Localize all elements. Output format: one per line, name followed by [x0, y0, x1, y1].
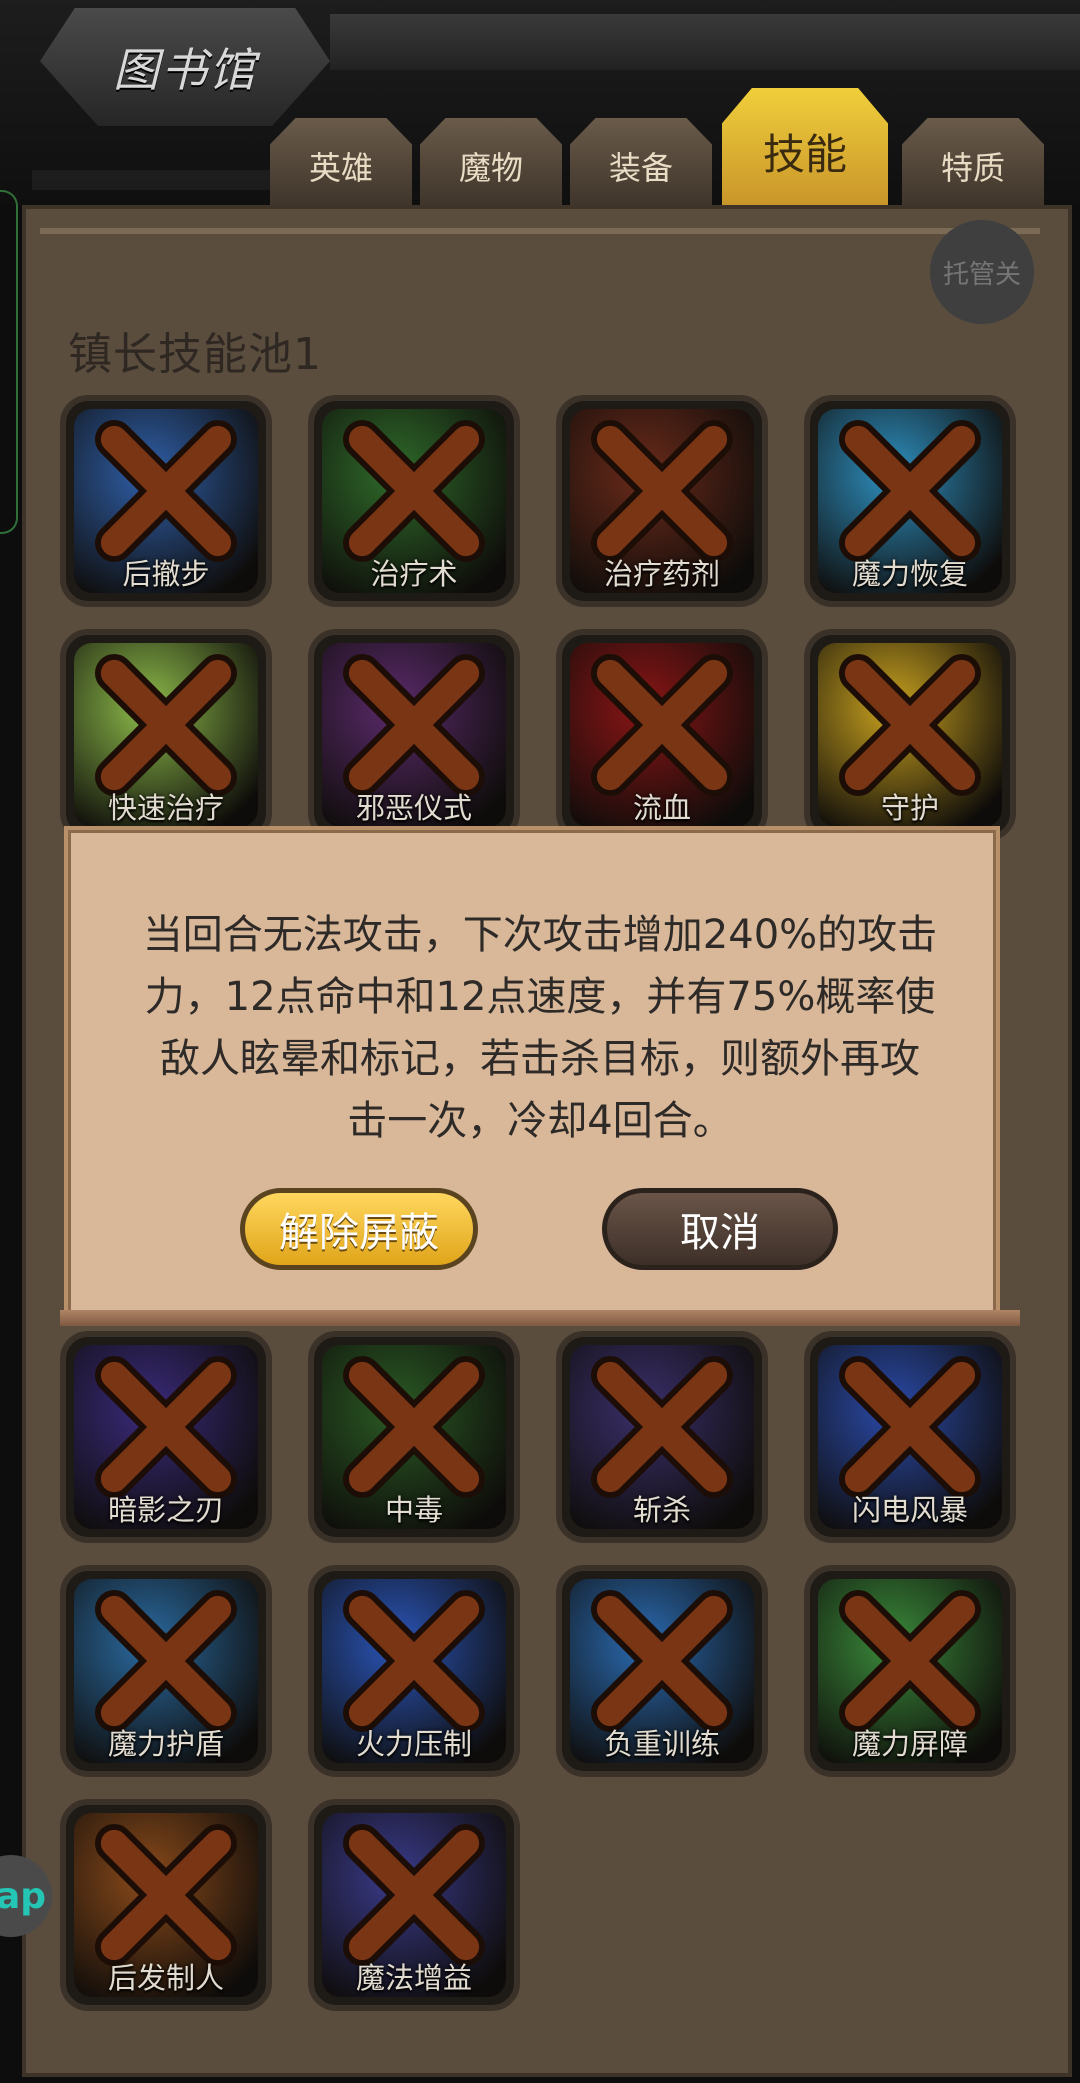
tab-skills[interactable]: 技能 [722, 88, 888, 206]
skill-label: 斩杀 [632, 1493, 691, 1527]
skill-tile[interactable]: 魔力屏障 [804, 1565, 1016, 1777]
blocked-x-icon [590, 1355, 734, 1499]
skill-label: 守护 [880, 791, 939, 825]
blocked-x-icon [342, 1823, 486, 1967]
skill-label: 魔力屏障 [851, 1727, 968, 1761]
skill-tile[interactable]: 后撤步 [60, 395, 272, 607]
side-drawer-handle[interactable] [0, 190, 18, 534]
blocked-x-icon [342, 1589, 486, 1733]
blocked-x-icon [838, 1355, 982, 1499]
description-line: 敌人眩晕和标记，若击杀目标，则额外再攻 [160, 1036, 920, 1082]
skill-label: 中毒 [384, 1493, 443, 1527]
skill-label: 治疗术 [370, 557, 458, 591]
cancel-button[interactable]: 取消 [602, 1188, 838, 1270]
blocked-x-icon [590, 419, 734, 563]
blocked-x-icon [838, 653, 982, 797]
skill-label: 魔力恢复 [851, 557, 968, 591]
description-line: 击一次，冷却4回合。 [347, 1098, 733, 1144]
section-title: 镇长技能池1 [68, 329, 322, 380]
skill-label: 魔法增益 [355, 1961, 472, 1995]
tiny-banner [32, 170, 272, 190]
top-strip [330, 14, 1080, 70]
blocked-x-icon [94, 1589, 238, 1733]
skill-label: 后发制人 [107, 1961, 224, 1995]
skill-tile[interactable]: 治疗药剂 [556, 395, 768, 607]
skill-tile[interactable]: 暗影之刃 [60, 1331, 272, 1543]
category-tabs: 英雄 魔物 装备 技能 特质 [270, 80, 1050, 206]
skill-tile[interactable]: 魔力恢复 [804, 395, 1016, 607]
skill-tile[interactable]: 闪电风暴 [804, 1331, 1016, 1543]
dialog-bottom-trim [60, 1310, 1020, 1326]
skill-tile[interactable]: 负重训练 [556, 1565, 768, 1777]
auto-toggle-button[interactable]: 托管关 [930, 220, 1034, 324]
blocked-x-icon [342, 653, 486, 797]
tab-heroes[interactable]: 英雄 [270, 118, 412, 206]
description-line: 当回合无法攻击，下次攻击增加240%的攻击 [142, 912, 938, 958]
blocked-x-icon [342, 1355, 486, 1499]
skill-label: 魔力护盾 [107, 1727, 224, 1761]
skill-label: 闪电风暴 [851, 1493, 968, 1527]
skill-tile[interactable]: 邪恶仪式 [308, 629, 520, 841]
skill-tile[interactable]: 火力压制 [308, 1565, 520, 1777]
skill-tile[interactable]: 流血 [556, 629, 768, 841]
blocked-x-icon [94, 419, 238, 563]
skill-tile[interactable]: 斩杀 [556, 1331, 768, 1543]
skill-tile[interactable]: 治疗术 [308, 395, 520, 607]
skill-label: 后撤步 [122, 557, 210, 591]
blocked-x-icon [94, 1355, 238, 1499]
unblock-button[interactable]: 解除屏蔽 [240, 1188, 478, 1270]
skill-tile[interactable]: 魔力护盾 [60, 1565, 272, 1777]
skill-label: 邪恶仪式 [355, 791, 472, 825]
skill-label: 快速治疗 [107, 791, 224, 825]
skill-label: 治疗药剂 [603, 557, 720, 591]
skill-description: 当回合无法攻击，下次攻击增加240%的攻击 力，12点命中和12点速度，并有75… [120, 904, 960, 1152]
skill-label: 负重训练 [603, 1727, 720, 1761]
blocked-x-icon [94, 1823, 238, 1967]
skill-tile[interactable]: 后发制人 [60, 1799, 272, 2011]
description-line: 力，12点命中和12点速度，并有75%概率使 [144, 974, 936, 1020]
blocked-x-icon [94, 653, 238, 797]
skill-tile[interactable]: 中毒 [308, 1331, 520, 1543]
skill-label: 火力压制 [355, 1727, 472, 1761]
skill-label: 暗影之刃 [107, 1493, 224, 1527]
tab-traits[interactable]: 特质 [902, 118, 1044, 206]
skill-tile[interactable]: 守护 [804, 629, 1016, 841]
top-bar: 图书馆 英雄 魔物 装备 技能 特质 [0, 0, 1080, 206]
blocked-x-icon [838, 1589, 982, 1733]
blocked-x-icon [342, 419, 486, 563]
blocked-x-icon [590, 1589, 734, 1733]
tab-equipment[interactable]: 装备 [570, 118, 712, 206]
skill-tile[interactable]: 魔法增益 [308, 1799, 520, 2011]
tab-monsters[interactable]: 魔物 [420, 118, 562, 206]
page-title: 图书馆 [113, 43, 257, 97]
skill-tile[interactable]: 快速治疗 [60, 629, 272, 841]
skill-label: 流血 [632, 791, 691, 825]
blocked-x-icon [590, 653, 734, 797]
blocked-x-icon [838, 419, 982, 563]
